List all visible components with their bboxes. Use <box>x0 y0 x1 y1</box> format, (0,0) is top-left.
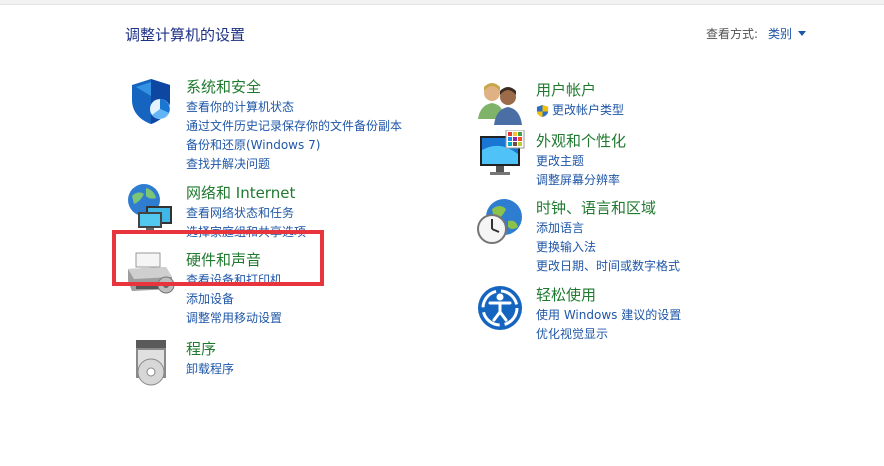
category-title[interactable]: 系统和安全 <box>186 76 261 97</box>
link-change-input-method[interactable]: 更换输入法 <box>536 238 680 257</box>
view-by-label: 查看方式: <box>706 27 759 41</box>
link-network-status[interactable]: 查看网络状态和任务 <box>186 204 306 223</box>
link-screen-resolution[interactable]: 调整屏幕分辨率 <box>536 171 620 190</box>
users-icon <box>478 83 522 125</box>
link-add-device[interactable]: 添加设备 <box>186 290 282 309</box>
appearance-icon <box>480 130 525 175</box>
view-by-value: 类别 <box>768 27 793 41</box>
programs-icon <box>136 340 166 386</box>
link-file-history-backup[interactable]: 通过文件历史记录保存你的文件备份副本 <box>186 117 402 136</box>
link-backup-restore[interactable]: 备份和还原(Windows 7) <box>186 136 402 155</box>
page-title: 调整计算机的设置 <box>125 26 246 44</box>
category-title[interactable]: 程序 <box>186 338 216 359</box>
shield-icon <box>132 79 170 124</box>
network-icon <box>128 184 172 231</box>
link-troubleshoot[interactable]: 查找并解决问题 <box>186 155 402 174</box>
link-label: 更改帐户类型 <box>552 103 625 117</box>
link-windows-recommended-settings[interactable]: 使用 Windows 建议的设置 <box>536 306 681 325</box>
link-optimize-visual-display[interactable]: 优化视觉显示 <box>536 325 681 344</box>
highlight-box <box>112 230 324 286</box>
link-mobility-settings[interactable]: 调整常用移动设置 <box>186 309 282 328</box>
category-title[interactable]: 时钟、语言和区域 <box>536 197 656 218</box>
uac-shield-icon <box>536 104 549 117</box>
link-change-account-type[interactable]: 更改帐户类型 <box>536 101 624 120</box>
view-by: 查看方式: 类别 <box>706 25 807 42</box>
chevron-down-icon <box>798 31 807 36</box>
link-date-time-format[interactable]: 更改日期、时间或数字格式 <box>536 257 680 276</box>
ease-of-access-icon <box>478 286 522 330</box>
clock-globe-icon <box>477 199 522 244</box>
link-view-computer-status[interactable]: 查看你的计算机状态 <box>186 98 402 117</box>
category-title[interactable]: 外观和个性化 <box>536 130 626 151</box>
top-border <box>0 0 884 5</box>
view-by-dropdown[interactable]: 类别 <box>768 25 807 42</box>
category-title[interactable]: 用户帐户 <box>536 79 596 100</box>
link-add-language[interactable]: 添加语言 <box>536 219 680 238</box>
category-title[interactable]: 轻松使用 <box>536 284 596 305</box>
category-title[interactable]: 网络和 Internet <box>186 182 295 203</box>
link-change-theme[interactable]: 更改主题 <box>536 152 620 171</box>
link-uninstall-program[interactable]: 卸载程序 <box>186 360 234 379</box>
